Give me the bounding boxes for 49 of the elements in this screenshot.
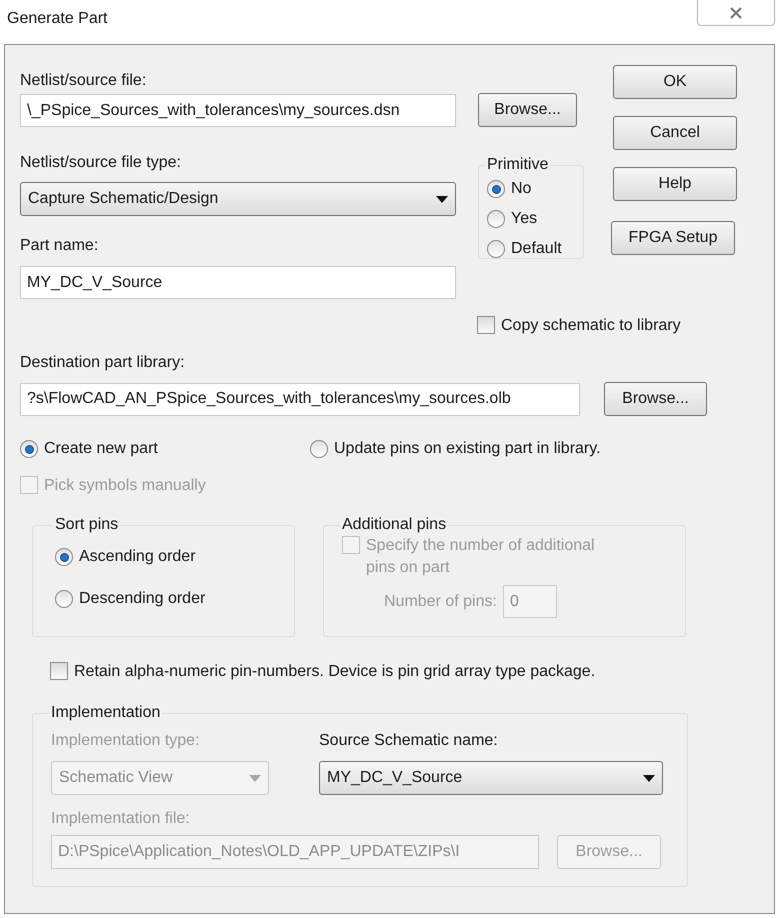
caret-icon xyxy=(643,774,655,782)
push-button[interactable]: Help xyxy=(613,167,737,201)
group-title: Additional pins xyxy=(341,515,448,535)
dropdown[interactable]: Capture Schematic/Design xyxy=(20,182,456,216)
push-button[interactable]: Cancel xyxy=(613,116,737,150)
window-title: Generate Part xyxy=(7,9,108,29)
radio-label: Update pins on existing part in library. xyxy=(334,439,601,459)
close-button[interactable] xyxy=(697,0,775,26)
caret-icon xyxy=(436,196,448,202)
group-title: Sort pins xyxy=(54,515,120,535)
text-field[interactable]: ?s\FlowCAD_AN_PSpice_Sources_with_tolerances\my_sources.olb xyxy=(20,382,580,416)
text-field[interactable]: MY_DC_V_Source xyxy=(20,266,456,299)
push-button[interactable]: FPGA Setup xyxy=(611,221,735,255)
group-title: Implementation xyxy=(50,703,162,723)
radio-button[interactable] xyxy=(20,440,38,458)
radio-button[interactable] xyxy=(310,440,328,458)
radio-label: No xyxy=(511,179,532,199)
radio-button[interactable] xyxy=(55,548,73,566)
push-button[interactable]: Browse... xyxy=(478,93,577,127)
radio-button[interactable] xyxy=(487,210,505,228)
field-label: Netlist/source file: xyxy=(20,71,148,91)
checkbox-label: Retain alpha-numeric pin-numbers. Device is pin grid array type package. xyxy=(74,662,596,682)
radio-label: Yes xyxy=(511,209,538,229)
checkbox-label: Specify the number of additional pins on part xyxy=(366,536,596,578)
field-label: Implementation type: xyxy=(51,731,201,751)
push-button[interactable]: Browse... xyxy=(604,382,707,416)
radio-label: Ascending order xyxy=(79,547,196,567)
field-label: Implementation file: xyxy=(51,809,191,829)
radio-button[interactable] xyxy=(487,240,505,258)
dropdown[interactable]: MY_DC_V_Source xyxy=(319,761,663,795)
radio-label: Descending order xyxy=(79,589,206,609)
text-field[interactable]: \_PSpice_Sources_with_tolerances\my_sources.dsn xyxy=(20,94,456,127)
checkbox[interactable] xyxy=(50,662,68,680)
radio-button[interactable] xyxy=(55,590,73,608)
field-label: Netlist/source file type: xyxy=(20,153,182,173)
group-title: Primitive xyxy=(486,155,550,175)
field-label: Destination part library: xyxy=(20,353,186,373)
close-icon xyxy=(729,6,743,18)
field-label: Part name: xyxy=(20,236,100,256)
checkbox[interactable] xyxy=(477,316,495,334)
push-button[interactable]: OK xyxy=(613,65,737,99)
field-label: Source Schematic name: xyxy=(319,731,499,751)
checkbox-label: Copy schematic to library xyxy=(501,316,681,336)
field-label: Number of pins: xyxy=(384,592,497,612)
radio-label: Create new part xyxy=(44,439,158,459)
checkbox-label: Pick symbols manually xyxy=(44,476,206,496)
radio-label: Default xyxy=(511,239,562,259)
caret-icon xyxy=(249,774,261,782)
radio-button[interactable] xyxy=(487,180,505,198)
